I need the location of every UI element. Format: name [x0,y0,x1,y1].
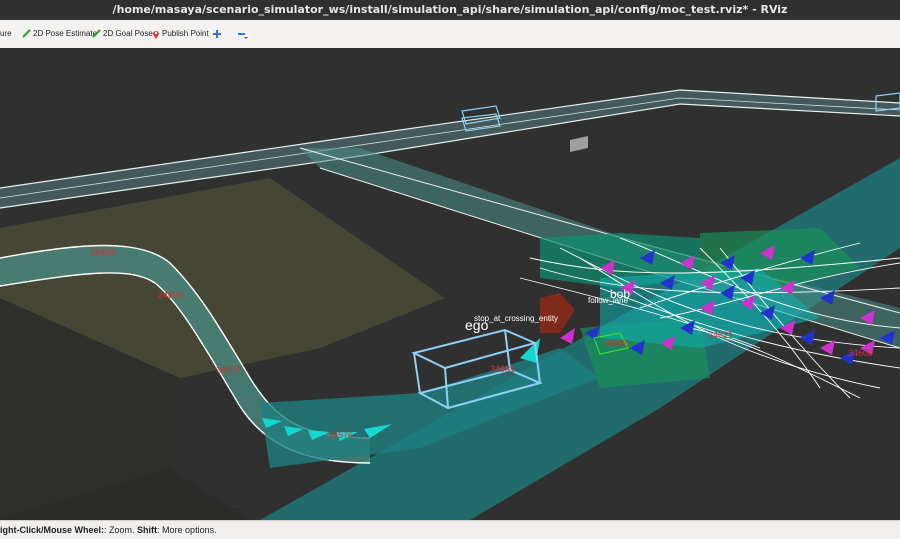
status-key-shift: Shift [137,525,158,535]
lane-id-label: 34576 [328,430,353,440]
lane-id-label: 34981 [490,364,515,374]
stop-line-marker [540,293,575,333]
add-tool-icon [213,29,221,38]
map-pin-icon [153,30,159,39]
measure-tool-button[interactable]: ure [0,20,12,48]
toolbar: ure 2D Pose Estimate 2D Goal Pose Publis… [0,20,900,49]
status-key-mouse: ight-Click/Mouse Wheel: [0,525,105,535]
goal-pose-arrow-icon [92,29,101,39]
window-title: /home/masaya/scenario_simulator_ws/insta… [0,0,900,21]
remove-tool-button[interactable] [236,20,250,48]
scene-canvas[interactable]: ego stop_at_crossing_entity bob follow_l… [0,48,900,520]
status-text-zoom: : Zoom. [104,525,135,535]
lane-id-label: 34600 [848,348,873,358]
status-bar: ight-Click/Mouse Wheel:: Zoom. Shift: Mo… [0,520,900,539]
goal-pose-tool-button[interactable]: 2D Goal Pose [92,20,153,48]
status-text-more: : More options. [157,525,217,535]
goal-pose-tool-label: 2D Goal Pose [103,29,153,38]
measure-tool-label: ure [0,29,12,38]
lane-id-label: 34621 [708,330,733,340]
pose-estimate-arrow-icon [22,29,31,39]
lane-id-label: 34561 [605,338,630,348]
lane-id-label: 34975 [216,365,241,375]
pose-estimate-tool-button[interactable]: 2D Pose Estimate [22,20,97,48]
grey-sign-marker [570,136,588,152]
stop-entity-label: stop_at_crossing_entity [474,314,558,323]
publish-point-tool-label: Publish Point [162,29,209,38]
remove-tool-icon [238,32,248,39]
3d-viewport[interactable]: ego stop_at_crossing_entity bob follow_l… [0,48,900,520]
lane-id-label: 34408 [90,247,115,257]
pose-estimate-tool-label: 2D Pose Estimate [33,29,98,38]
lane-id-label: 34606 [158,290,183,300]
follow-lane-label: follow_lane [588,296,629,305]
add-tool-button[interactable] [212,20,224,48]
publish-point-tool-button[interactable]: Publish Point [152,20,209,48]
